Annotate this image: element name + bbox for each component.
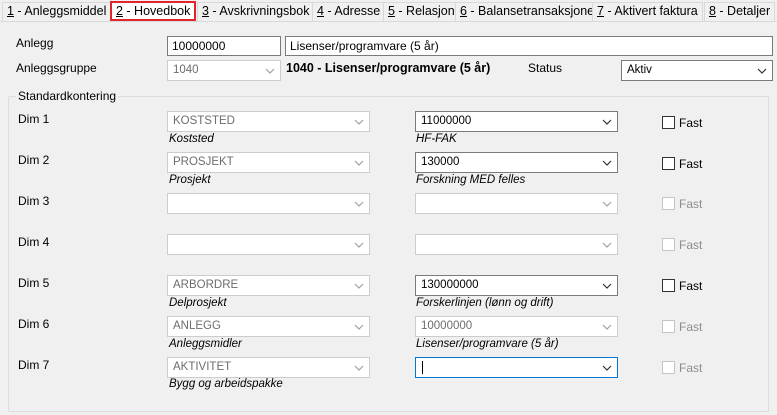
- tab-adresse[interactable]: 4 - Adresse: [312, 2, 386, 21]
- chevron-down-icon: [602, 282, 612, 290]
- chevron-down-icon: [354, 364, 364, 372]
- tab-strip: 1 - Anleggsmiddel 2 - Hovedbok 3 - Avskr…: [0, 0, 777, 22]
- dim-7-type-description: Bygg og arbeidspakke: [169, 378, 283, 390]
- dim-7-label: Dim 7: [18, 358, 50, 372]
- dim-4-value-select: [415, 234, 618, 255]
- dim-3-value-select: [415, 193, 618, 214]
- chevron-down-icon: [602, 364, 612, 372]
- dim-6-value-select: 10000000: [415, 316, 618, 337]
- anleggsgruppe-value: 1040: [173, 64, 199, 76]
- dim-3-label: Dim 3: [18, 194, 50, 208]
- dim-1-type-value: KOSTSTED: [173, 115, 235, 127]
- standardkontering-title: Standardkontering: [16, 89, 119, 103]
- dim-6-type-select: ANLEGG: [167, 316, 370, 337]
- chevron-down-icon: [602, 323, 612, 331]
- chevron-down-icon: [354, 159, 364, 167]
- dim-6-type-description: Anleggsmidler: [169, 338, 242, 350]
- dim-2-type-select: PROSJEKT: [167, 152, 370, 173]
- anlegg-label: Anlegg: [16, 36, 54, 50]
- dim-6-value-description: Lisenser/programvare (5 år): [416, 338, 559, 350]
- dim-3-fast-checkbox: [662, 197, 675, 210]
- dim-4-fast-checkbox: [662, 238, 675, 251]
- tab-anleggsmiddel[interactable]: 1 - Anleggsmiddel: [2, 2, 112, 21]
- dim-4-fast-label: Fast: [679, 238, 703, 252]
- dim-5-value-description: Forskerlinjen (lønn og drift): [416, 297, 554, 309]
- dim-1-value: 11000000: [421, 115, 472, 127]
- dim-2-label: Dim 2: [18, 153, 50, 167]
- dim-1-type-description: Koststed: [169, 133, 214, 145]
- chevron-down-icon: [265, 67, 275, 75]
- tab-avskrivningsbok[interactable]: 3 - Avskrivningsbok: [197, 2, 315, 21]
- anleggsgruppe-select: 1040: [167, 60, 281, 81]
- text-caret: [422, 361, 423, 374]
- status-label: Status: [528, 61, 563, 75]
- dim-2-type-value: PROSJEKT: [173, 156, 234, 168]
- dim-4-type-select: [167, 234, 370, 255]
- dim-5-type-description: Delprosjekt: [169, 297, 227, 309]
- dim-7-value-select[interactable]: [415, 357, 618, 378]
- dim-6-type-value: ANLEGG: [173, 320, 221, 332]
- status-select[interactable]: Aktiv: [621, 60, 773, 81]
- chevron-down-icon: [602, 159, 612, 167]
- tab-aktivert-faktura[interactable]: 7 - Aktivert faktura: [592, 2, 703, 21]
- chevron-down-icon: [602, 118, 612, 126]
- dim-7-fast-checkbox: [662, 361, 675, 374]
- anlegg-description-input[interactable]: Lisenser/programvare (5 år): [285, 36, 773, 56]
- chevron-down-icon: [757, 67, 767, 75]
- dim-3-type-select: [167, 193, 370, 214]
- dim-7-type-value: AKTIVITET: [173, 361, 232, 373]
- chevron-down-icon: [354, 241, 364, 249]
- chevron-down-icon: [602, 200, 612, 208]
- dim-6-fast-checkbox: [662, 320, 675, 333]
- dim-1-type-select: KOSTSTED: [167, 111, 370, 132]
- tab-relasjon[interactable]: 5 - Relasjon: [383, 2, 460, 21]
- dim-1-fast-label: Fast: [679, 116, 703, 130]
- dim-3-fast-label: Fast: [679, 197, 703, 211]
- dim-6-fast-label: Fast: [679, 320, 703, 334]
- dim-6-label: Dim 6: [18, 317, 50, 331]
- dim-5-value-select[interactable]: 130000000: [415, 275, 618, 296]
- dim-1-value-select[interactable]: 11000000: [415, 111, 618, 132]
- dim-2-value-select[interactable]: 130000: [415, 152, 618, 173]
- chevron-down-icon: [354, 118, 364, 126]
- chevron-down-icon: [354, 282, 364, 290]
- chevron-down-icon: [354, 200, 364, 208]
- dim-7-type-select: AKTIVITET: [167, 357, 370, 378]
- anleggsgruppe-description: 1040 - Lisenser/programvare (5 år): [286, 61, 491, 75]
- dim-1-value-description: HF-FAK: [416, 133, 457, 145]
- chevron-down-icon: [602, 241, 612, 249]
- dim-5-fast-label: Fast: [679, 279, 703, 293]
- dim-5-type-value: ARBORDRE: [173, 279, 239, 291]
- dim-5-type-select: ARBORDRE: [167, 275, 370, 296]
- dim-2-type-description: Prosjekt: [169, 174, 211, 186]
- dim-1-label: Dim 1: [18, 112, 50, 126]
- dim-2-value-description: Forskning MED felles: [416, 174, 526, 186]
- dim-6-value: 10000000: [421, 320, 473, 332]
- standardkontering-group: [8, 96, 769, 412]
- dim-5-value: 130000000: [421, 279, 479, 291]
- dim-5-fast-checkbox[interactable]: [662, 279, 675, 292]
- tab-detaljer[interactable]: 8 - Detaljer: [704, 2, 776, 21]
- status-value: Aktiv: [627, 64, 652, 76]
- tab-hovedbok[interactable]: 2 - Hovedbok: [110, 1, 197, 21]
- chevron-down-icon: [354, 323, 364, 331]
- dim-2-fast-checkbox[interactable]: [662, 157, 675, 170]
- dim-1-fast-checkbox[interactable]: [662, 116, 675, 129]
- tab-balansetransaksjoner[interactable]: 6 - Balansetransaksjoner: [455, 2, 604, 21]
- anlegg-input[interactable]: 10000000: [167, 36, 281, 56]
- dim-4-label: Dim 4: [18, 235, 50, 249]
- dim-2-value: 130000: [421, 156, 460, 168]
- dim-5-label: Dim 5: [18, 276, 50, 290]
- anleggsgruppe-label: Anleggsgruppe: [16, 61, 97, 75]
- dim-2-fast-label: Fast: [679, 157, 703, 171]
- dim-7-fast-label: Fast: [679, 361, 703, 375]
